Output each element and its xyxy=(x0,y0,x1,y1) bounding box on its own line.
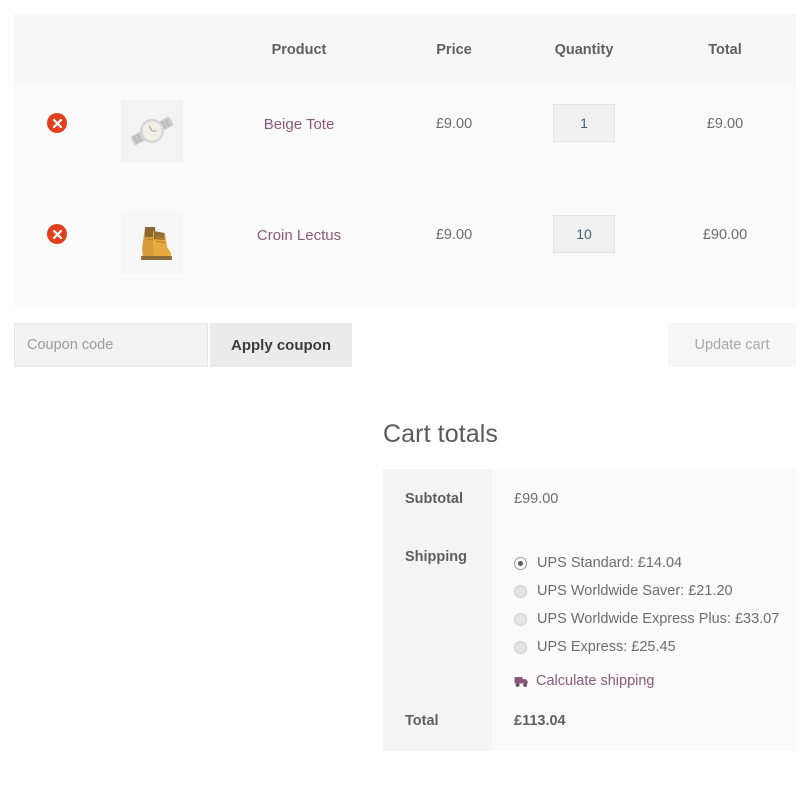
remove-item-button[interactable] xyxy=(47,224,67,244)
column-header-product: Product xyxy=(204,14,394,86)
shipping-option-ups-express[interactable]: UPS Express: £25.45 xyxy=(514,633,796,661)
total-label: Total xyxy=(383,689,492,751)
remove-item-button[interactable] xyxy=(47,113,67,133)
calculate-shipping-link[interactable]: Calculate shipping xyxy=(514,673,796,689)
shipping-options-list: UPS Standard: £14.04 UPS Worldwide Saver… xyxy=(514,549,796,661)
shipping-option-label: UPS Worldwide Express Plus: £33.07 xyxy=(537,611,780,627)
cell-quantity: 1 xyxy=(514,86,654,196)
apply-coupon-button[interactable]: Apply coupon xyxy=(210,323,352,367)
product-price: £9.00 xyxy=(435,116,473,132)
cell-line-total: £9.00 xyxy=(654,86,796,196)
shipping-option-ups-worldwide-saver[interactable]: UPS Worldwide Saver: £21.20 xyxy=(514,577,796,605)
shipping-label: Shipping xyxy=(383,527,492,689)
column-header-price: Price xyxy=(394,14,514,86)
cart-page: Product Price Quantity Total Beige Tote … xyxy=(0,0,810,787)
table-row: Beige Tote £9.00 1 £9.00 xyxy=(14,86,796,196)
coupon-code-input[interactable] xyxy=(14,323,208,367)
cell-product-name: Beige Tote xyxy=(204,86,394,196)
cart-totals-table: Subtotal £99.00 Shipping UPS Standard: £… xyxy=(383,469,796,751)
cell-price: £9.00 xyxy=(394,86,514,196)
product-line-total: £9.00 xyxy=(706,116,744,132)
cart-totals-title: Cart totals xyxy=(383,420,499,448)
cell-thumbnail xyxy=(100,86,204,196)
cell-remove xyxy=(14,86,100,196)
cell-remove xyxy=(14,197,100,307)
shipping-option-label: UPS Express: £25.45 xyxy=(537,639,676,655)
quantity-input[interactable]: 10 xyxy=(553,215,615,253)
cart-table-body: Beige Tote £9.00 1 £9.00 Croin Lectus £9… xyxy=(14,86,796,307)
quantity-input[interactable]: 1 xyxy=(553,104,615,142)
cart-actions-row: Apply coupon Update cart xyxy=(14,323,796,367)
shipping-option-ups-worldwide-express-plus[interactable]: UPS Worldwide Express Plus: £33.07 xyxy=(514,605,796,633)
shipping-option-label: UPS Standard: £14.04 xyxy=(537,555,683,571)
total-value: £113.04 xyxy=(492,689,796,751)
column-header-quantity: Quantity xyxy=(514,14,654,86)
subtotal-value: £99.00 xyxy=(492,469,796,527)
radio-icon[interactable] xyxy=(514,584,527,598)
boots-thumbnail[interactable] xyxy=(121,211,183,273)
shipping-options-cell: UPS Standard: £14.04 UPS Worldwide Saver… xyxy=(492,527,796,689)
calculate-shipping-label: Calculate shipping xyxy=(536,673,655,689)
product-link[interactable]: Beige Tote xyxy=(264,116,335,133)
update-cart-button[interactable]: Update cart xyxy=(668,323,796,367)
table-row: Croin Lectus £9.00 10 £90.00 xyxy=(14,197,796,307)
column-header-thumbnail xyxy=(100,14,204,86)
cell-thumbnail xyxy=(100,197,204,307)
column-header-total: Total xyxy=(654,14,796,86)
cell-price: £9.00 xyxy=(394,197,514,307)
totals-row-shipping: Shipping UPS Standard: £14.04 UPS Worldw… xyxy=(383,527,796,689)
totals-row-total: Total £113.04 xyxy=(383,689,796,751)
radio-icon[interactable] xyxy=(514,640,527,654)
radio-icon[interactable] xyxy=(514,612,527,626)
product-line-total: £90.00 xyxy=(702,227,748,243)
wristwatch-thumbnail[interactable] xyxy=(121,100,183,162)
cart-header-row: Product Price Quantity Total xyxy=(14,14,796,86)
truck-icon xyxy=(514,675,529,688)
cart-table: Product Price Quantity Total Beige Tote … xyxy=(14,14,796,307)
cell-product-name: Croin Lectus xyxy=(204,197,394,307)
subtotal-label: Subtotal xyxy=(383,469,492,527)
product-link[interactable]: Croin Lectus xyxy=(257,227,341,244)
cell-quantity: 10 xyxy=(514,197,654,307)
shipping-option-label: UPS Worldwide Saver: £21.20 xyxy=(537,583,733,599)
totals-row-subtotal: Subtotal £99.00 xyxy=(383,469,796,527)
shipping-option-ups-standard[interactable]: UPS Standard: £14.04 xyxy=(514,549,796,577)
product-price: £9.00 xyxy=(435,227,473,243)
cart-table-header: Product Price Quantity Total xyxy=(14,14,796,86)
radio-icon[interactable] xyxy=(514,556,527,570)
column-header-remove xyxy=(14,14,100,86)
cart-totals-section: Cart totals Subtotal £99.00 Shipping UPS… xyxy=(383,420,796,751)
cell-line-total: £90.00 xyxy=(654,197,796,307)
